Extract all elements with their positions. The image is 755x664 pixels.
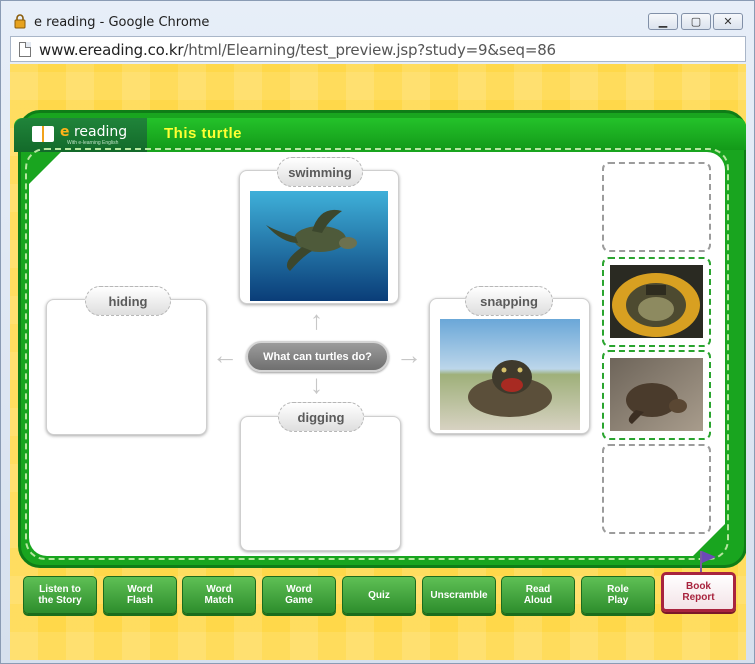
nav-word-flash[interactable]: Word Flash xyxy=(103,576,177,614)
logo-text: e reading xyxy=(60,124,127,140)
turtle-hiding-in-shell-photo[interactable] xyxy=(610,265,703,338)
arrow-left-icon: ← xyxy=(212,340,238,370)
label-snapping: snapping xyxy=(465,286,553,316)
center-question: What can turtles do? xyxy=(246,341,389,372)
nav-quiz[interactable]: Quiz xyxy=(342,576,416,614)
url-domain: www.ereading.co.kr xyxy=(39,41,184,59)
page-title: This turtle xyxy=(164,125,243,142)
address-bar[interactable]: www.ereading.co.kr/html/Elearning/test_p… xyxy=(10,36,746,62)
arrow-right-icon: → xyxy=(396,340,422,370)
card-swimming[interactable] xyxy=(239,170,399,304)
minimize-icon: ▁ xyxy=(658,16,668,28)
answer-slot-1[interactable] xyxy=(602,162,711,252)
nav-role-play[interactable]: Role Play xyxy=(581,576,655,614)
answer-slot-2[interactable] xyxy=(602,257,711,347)
card-snapping[interactable] xyxy=(429,298,590,434)
nav-read-aloud[interactable]: Read Aloud xyxy=(501,576,575,614)
nav-unscramble[interactable]: Unscramble xyxy=(422,576,496,614)
page-icon xyxy=(19,42,31,57)
title-bar: e reading - Google Chrome ▁ ▢ ✕ xyxy=(1,1,754,33)
flag-icon xyxy=(702,551,716,563)
url-text[interactable]: www.ereading.co.kr/html/Elearning/test_p… xyxy=(39,41,556,59)
snapping-turtle-photo xyxy=(440,319,580,430)
card-digging[interactable] xyxy=(240,416,401,551)
label-digging: digging xyxy=(278,402,364,432)
label-hiding: hiding xyxy=(85,286,171,316)
nav-book-report[interactable]: Book Report xyxy=(661,572,736,612)
logo-e: e xyxy=(60,124,70,140)
maximize-button[interactable]: ▢ xyxy=(681,13,711,30)
nav-word-match[interactable]: Word Match xyxy=(182,576,256,614)
book-icon xyxy=(32,126,54,142)
answer-slot-4[interactable] xyxy=(602,444,711,534)
close-button[interactable]: ✕ xyxy=(713,13,743,30)
corner-decoration xyxy=(29,152,61,184)
page-content: e reading With e-learning English This t… xyxy=(10,64,746,660)
logo-tagline: With e-learning English xyxy=(67,140,119,146)
arrow-down-icon: ↓ xyxy=(310,369,323,399)
label-swimming: swimming xyxy=(277,157,363,187)
url-path: /html/Elearning/test_preview.jsp?study=9… xyxy=(183,41,556,59)
answer-slot-3[interactable] xyxy=(602,350,711,440)
nav-word-game[interactable]: Word Game xyxy=(262,576,336,614)
sea-turtle-swimming-photo xyxy=(250,191,388,301)
nav-listen-to-the-story[interactable]: Listen to the Story xyxy=(23,576,97,614)
minimize-button[interactable]: ▁ xyxy=(648,13,678,30)
card-hiding[interactable] xyxy=(46,299,207,435)
turtle-digging-sand-photo[interactable] xyxy=(610,358,703,431)
lock-icon xyxy=(14,14,26,29)
maximize-icon: ▢ xyxy=(690,16,702,28)
window-title: e reading - Google Chrome xyxy=(34,15,210,30)
close-icon: ✕ xyxy=(723,16,733,28)
arrow-up-icon: ↑ xyxy=(310,305,323,335)
browser-window: e reading - Google Chrome ▁ ▢ ✕ www.erea… xyxy=(0,0,755,664)
logo-word: reading xyxy=(69,124,128,140)
